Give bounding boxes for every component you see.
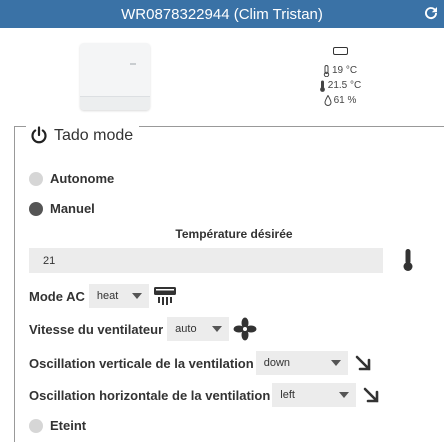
radio-manuel-label: Manuel <box>50 201 95 216</box>
vertical-swing-label: Oscillation verticale de la ventilation <box>29 355 254 371</box>
radio-eteint[interactable]: Eteint <box>29 418 86 433</box>
humidity-value: 61 % <box>333 95 357 106</box>
status-panel: 19 °C 21.5 °C 61 % <box>300 44 380 109</box>
chevron-down-icon <box>212 326 223 332</box>
fan-speed-select[interactable]: auto <box>167 317 230 341</box>
humidity-icon <box>324 95 332 106</box>
thermometer-inside-icon <box>323 64 330 77</box>
mode-ac-row: Mode AC heat <box>29 284 177 308</box>
window-titlebar: WR0878322944 (Clim Tristan) <box>0 0 444 28</box>
radio-autonome[interactable]: Autonome <box>29 171 114 186</box>
chevron-down-icon <box>330 360 341 366</box>
chevron-down-icon <box>339 392 350 398</box>
arrow-down-right-icon <box>355 355 371 371</box>
device-led <box>130 63 136 65</box>
ac-device-image <box>80 43 150 110</box>
horizontal-swing-label: Oscillation horizontale de la ventilatio… <box>29 387 271 403</box>
air-conditioner-icon <box>153 287 176 305</box>
radio-eteint-label: Eteint <box>50 418 87 433</box>
fan-speed-value: auto <box>175 323 197 335</box>
radio-autonome-label: Autonome <box>50 171 115 186</box>
radio-autonome-circle[interactable] <box>29 171 43 186</box>
mode-ac-value: heat <box>96 290 119 302</box>
power-icon <box>31 126 47 144</box>
horizontal-swing-select[interactable]: left <box>272 383 357 407</box>
thermometer-icon <box>403 249 413 271</box>
tado-mode-title: Tado mode <box>54 127 134 144</box>
fan-speed-row: Vitesse du ventilateur auto <box>29 317 257 341</box>
battery-icon <box>332 46 348 55</box>
arrow-down-right-icon <box>363 387 379 403</box>
mode-ac-select[interactable]: heat <box>88 284 149 308</box>
vertical-swing-row: Oscillation verticale de la ventilation … <box>29 351 376 375</box>
desired-temperature-label: Température désirée <box>175 227 293 241</box>
radio-manuel-circle[interactable] <box>29 201 43 216</box>
radio-manuel[interactable]: Manuel <box>29 201 95 216</box>
radio-eteint-circle[interactable] <box>29 418 43 433</box>
outside-temperature: 21.5 °C <box>327 80 362 91</box>
desired-temperature-value: 21 <box>43 254 56 267</box>
mode-ac-label: Mode AC <box>29 288 85 304</box>
desired-temperature-input[interactable]: 21 <box>29 248 383 273</box>
chevron-down-icon <box>131 293 142 299</box>
horizontal-swing-row: Oscillation horizontale de la ventilatio… <box>29 383 384 407</box>
inside-temperature: 19 °C <box>331 65 358 76</box>
refresh-icon[interactable] <box>422 4 440 22</box>
horizontal-swing-value: left <box>280 389 295 401</box>
desired-temperature-block: Température désirée 21 <box>29 222 439 276</box>
vertical-swing-value: down <box>263 357 290 369</box>
device-front-panel <box>80 96 150 110</box>
tado-mode-legend: Tado mode <box>26 124 140 148</box>
fan-speed-label: Vitesse du ventilateur <box>29 321 164 337</box>
vertical-swing-select[interactable]: down <box>255 351 348 375</box>
fan-icon <box>233 317 257 341</box>
thermometer-outside-icon <box>319 80 325 92</box>
window-title: WR0878322944 (Clim Tristan) <box>121 5 323 23</box>
